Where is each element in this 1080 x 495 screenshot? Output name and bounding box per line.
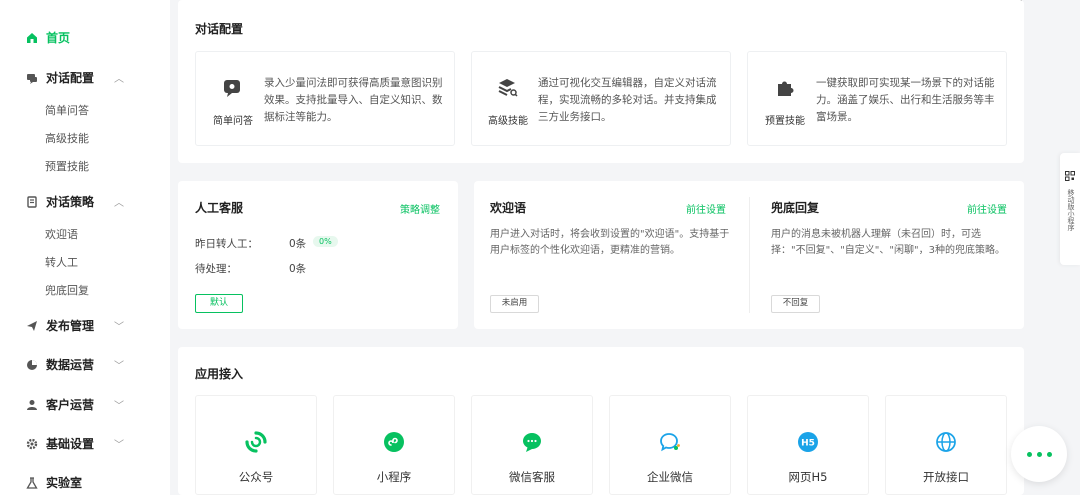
document-icon <box>26 195 38 208</box>
sidebar-subitem-advanced-skill[interactable]: 高级技能 <box>45 130 89 146</box>
app-label: 微信客服 <box>509 470 555 484</box>
more-dot-icon <box>1046 451 1052 457</box>
welcome-status-button[interactable]: 未启用 <box>490 295 539 313</box>
app-h5[interactable]: H5 网页H5 <box>747 395 869 495</box>
mobile-mini-program-tab[interactable]: 移动版小程序 <box>1060 153 1080 265</box>
feature-preset-skill[interactable]: 预置技能 一键获取即可实现某一场景下的对话能力。涵盖了娱乐、出行和生活服务等丰富… <box>747 51 1007 146</box>
sidebar-item-label: 对话配置 <box>46 71 95 85</box>
chevron-up-icon: ︿ <box>114 74 124 85</box>
pending-value: 0条 <box>289 263 307 275</box>
chevron-down-icon: ﹀ <box>114 322 124 333</box>
chevron-down-icon: ﹀ <box>114 361 124 372</box>
sidebar-subitem-transfer-human[interactable]: 转人工 <box>45 254 78 270</box>
sidebar-item-customer-ops[interactable]: 客户运营 ﹀ <box>26 396 156 413</box>
app-label: 公众号 <box>238 470 274 484</box>
card-title: 人工客服 <box>195 201 244 215</box>
app-label: 网页H5 <box>788 470 828 484</box>
sidebar-item-data-ops[interactable]: 数据运营 ﹀ <box>26 356 156 373</box>
feature-advanced-skill[interactable]: 高级技能 通过可视化交互编辑器，自定义对话流程，实现流畅的多轮对话。并支持集成三… <box>471 51 731 146</box>
more-dot-icon <box>1026 451 1032 457</box>
home-icon <box>26 32 38 44</box>
more-dot-icon <box>1036 451 1042 457</box>
h5-icon: H5 <box>797 431 819 453</box>
work-wechat-icon <box>659 431 681 453</box>
layers-search-icon <box>498 78 518 98</box>
fallback-status-button[interactable]: 不回复 <box>771 295 820 313</box>
sidebar-item-label: 基础设置 <box>46 437 95 451</box>
app-label: 小程序 <box>376 470 412 484</box>
fallback-description: 用户的消息未被机器人理解（未召回）时，可选择："不回复"、"自定义"、"闲聊"，… <box>771 229 1005 256</box>
feature-description: 录入少量问法即可获得高质量意图识别效果。支持批量导入、自定义知识、数据标注等能力… <box>264 77 443 123</box>
h5-badge-text: H5 <box>801 439 815 449</box>
sidebar-item-publish[interactable]: 发布管理 ﹀ <box>26 317 156 334</box>
app-label: 企业微信 <box>647 470 693 484</box>
feature-description: 一键获取即可实现某一场景下的对话能力。涵盖了娱乐、出行和生活服务等丰富场景。 <box>816 77 995 123</box>
pie-chart-icon <box>26 359 38 371</box>
strategy-card: 欢迎语 前往设置 用户进入对话时，将会收到设置的"欢迎语"。支持基于用户标签的个… <box>474 181 1024 329</box>
chat-icon <box>26 72 38 84</box>
sidebar-item-label: 发布管理 <box>46 319 95 333</box>
app-official-account[interactable]: 公众号 <box>195 395 317 495</box>
app-wechat-service[interactable]: 微信客服 <box>471 395 593 495</box>
sidebar-item-label: 客户运营 <box>46 398 95 412</box>
fallback-settings-link[interactable]: 前往设置 <box>967 201 1007 216</box>
welcome-title: 欢迎语 <box>490 201 527 215</box>
flask-icon <box>26 476 38 489</box>
sidebar-item-home[interactable]: 首页 <box>26 29 70 46</box>
percent-badge: 0% <box>313 236 338 247</box>
puzzle-icon <box>775 78 795 98</box>
fallback-title: 兜底回复 <box>771 201 820 215</box>
sidebar-subitem-welcome[interactable]: 欢迎语 <box>45 226 78 242</box>
dialog-config-card: 对话配置 简单问答 录入少量问法即可获得高质量意图识别效果。支持批量导入、自定义… <box>178 0 1024 163</box>
chat-bubble-icon <box>223 78 243 98</box>
strategy-adjust-link[interactable]: 策略调整 <box>400 201 440 216</box>
welcome-description: 用户进入对话时，将会收到设置的"欢迎语"。支持基于用户标签的个性化欢迎语，更精准… <box>490 229 730 256</box>
gear-icon <box>26 438 38 450</box>
globe-icon <box>935 431 957 453</box>
mini-program-icon <box>383 431 405 453</box>
qr-code-icon <box>1065 171 1075 181</box>
sidebar-item-label: 首页 <box>46 31 71 45</box>
sidebar-item-label: 实验室 <box>46 476 83 490</box>
sidebar: 首页 对话配置 ︿ 简单问答 高级技能 预置技能 对话策略 ︿ 欢迎语 转人工 … <box>0 0 170 495</box>
sidebar-item-label: 数据运营 <box>46 358 95 372</box>
sidebar-subitem-fallback[interactable]: 兜底回复 <box>45 282 89 298</box>
app-work-wechat[interactable]: 企业微信 <box>609 395 731 495</box>
chevron-down-icon: ﹀ <box>114 440 124 451</box>
chevron-up-icon: ︿ <box>114 198 124 209</box>
app-mini-program[interactable]: 小程序 <box>333 395 455 495</box>
pending-label: 待处理： <box>195 263 237 275</box>
card-title: 对话配置 <box>195 22 244 36</box>
sidebar-subitem-preset-skill[interactable]: 预置技能 <box>45 158 89 174</box>
yesterday-transfer-label: 昨日转人工： <box>195 238 258 250</box>
feature-label: 简单问答 <box>213 116 253 127</box>
sidebar-subitem-simple-qa[interactable]: 简单问答 <box>45 102 89 118</box>
feature-label: 预置技能 <box>765 116 805 127</box>
user-icon <box>26 399 38 411</box>
sidebar-item-dialog-strategy[interactable]: 对话策略 ︿ <box>26 193 156 210</box>
app-label: 开放接口 <box>923 470 969 484</box>
chevron-down-icon: ﹀ <box>114 401 124 412</box>
card-title: 应用接入 <box>195 367 244 381</box>
official-account-icon <box>245 431 267 453</box>
human-service-card: 人工客服 策略调整 昨日转人工： 0条 0% 待处理： 0条 默认 <box>178 181 458 329</box>
more-button[interactable] <box>1011 426 1067 482</box>
app-open-api[interactable]: 开放接口 <box>885 395 1007 495</box>
wechat-service-icon <box>521 431 543 453</box>
yesterday-transfer-value: 0条 <box>289 238 307 250</box>
sidebar-item-dialog-config[interactable]: 对话配置 ︿ <box>26 69 156 86</box>
sidebar-item-basic-settings[interactable]: 基础设置 ﹀ <box>26 435 156 452</box>
feature-description: 通过可视化交互编辑器，自定义对话流程，实现流畅的多轮对话。并支持集成三方业务接口… <box>538 77 717 123</box>
feature-label: 高级技能 <box>488 116 528 127</box>
sidebar-item-lab[interactable]: 实验室 <box>26 474 82 491</box>
welcome-settings-link[interactable]: 前往设置 <box>686 201 726 216</box>
feature-simple-qa[interactable]: 简单问答 录入少量问法即可获得高质量意图识别效果。支持批量导入、自定义知识、数据… <box>195 51 455 146</box>
mobile-tab-label: 移动版小程序 <box>1067 189 1075 231</box>
sidebar-item-label: 对话策略 <box>46 195 95 209</box>
divider <box>749 197 750 313</box>
default-button[interactable]: 默认 <box>195 294 243 313</box>
send-icon <box>26 320 38 332</box>
